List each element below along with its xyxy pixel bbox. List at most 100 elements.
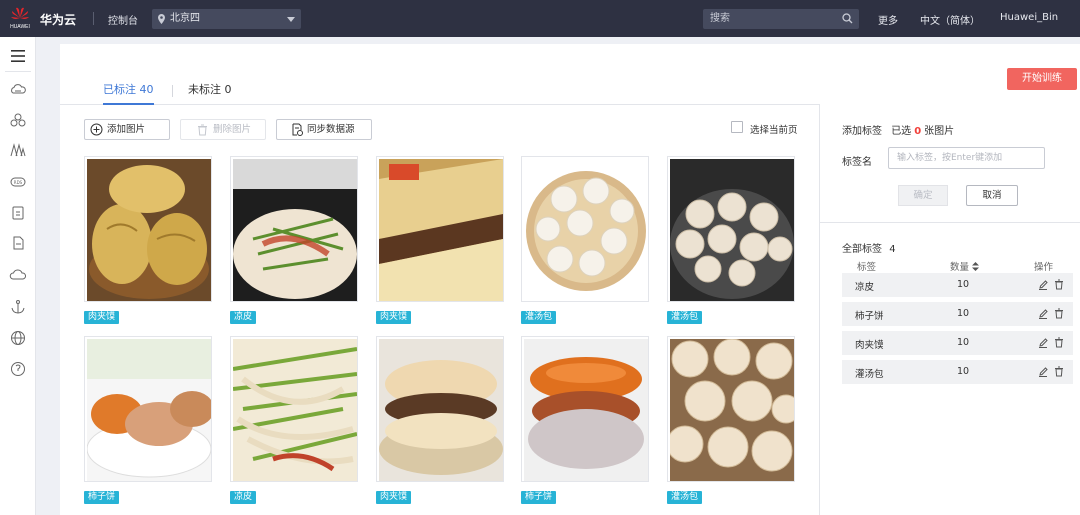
image-shi-zi-bing bbox=[87, 339, 211, 481]
bulb-icon[interactable] bbox=[9, 360, 27, 378]
image-card[interactable] bbox=[376, 156, 504, 302]
image-card[interactable] bbox=[667, 156, 795, 302]
divider bbox=[93, 12, 94, 25]
label-name: 肉夹馍 bbox=[855, 340, 884, 351]
image-guan-tang-bao bbox=[670, 339, 794, 481]
trash-icon[interactable] bbox=[1054, 279, 1064, 290]
trash-icon bbox=[198, 124, 207, 136]
console-link[interactable]: 控制台 bbox=[108, 12, 138, 27]
chevron-down-icon bbox=[287, 17, 295, 22]
plus-circle-icon bbox=[90, 123, 103, 136]
column-header-count[interactable]: 数量 bbox=[950, 259, 980, 273]
selected-count: 0 bbox=[914, 126, 922, 137]
search-icon[interactable] bbox=[842, 13, 853, 24]
trash-icon[interactable] bbox=[1054, 337, 1064, 348]
image-rou-jia-mo bbox=[379, 339, 503, 481]
image-liang-pi bbox=[233, 339, 357, 481]
sync-source-label: 同步数据源 bbox=[307, 124, 355, 135]
image-tag: 肉夹馍 bbox=[376, 491, 412, 504]
divider bbox=[5, 71, 31, 72]
label-input-placeholder: 输入标签，按Enter键添加 bbox=[897, 153, 1003, 163]
label-count: 10 bbox=[957, 366, 970, 377]
select-page-label[interactable]: 选择当前页 bbox=[750, 122, 798, 136]
image-tag: 肉夹馍 bbox=[376, 311, 412, 324]
all-labels-count: 4 bbox=[889, 244, 896, 255]
column-header-action: 操作 bbox=[1034, 262, 1054, 273]
image-guan-tang-bao bbox=[524, 159, 648, 301]
cancel-button[interactable]: 取消 bbox=[966, 185, 1018, 206]
region-select[interactable]: 北京四 bbox=[152, 9, 301, 29]
confirm-button[interactable]: 确定 bbox=[898, 185, 948, 206]
image-tag: 灌汤包 bbox=[667, 491, 703, 504]
container-icon[interactable] bbox=[9, 141, 27, 159]
globe-icon[interactable] bbox=[9, 329, 27, 347]
table-row: 灌汤包 10 bbox=[842, 360, 1073, 384]
menu-icon[interactable] bbox=[9, 47, 27, 65]
tab-labeled[interactable]: 已标注 40 bbox=[103, 83, 154, 105]
image-card[interactable] bbox=[521, 156, 649, 302]
selected-prefix: 已选 bbox=[891, 126, 912, 137]
image-card[interactable] bbox=[376, 336, 504, 482]
image-guan-tang-bao bbox=[670, 159, 794, 301]
delete-image-button[interactable]: 删除图片 bbox=[180, 119, 266, 140]
label-name-label: 标签名 bbox=[842, 157, 872, 168]
tab-unlabeled[interactable]: 未标注 0 bbox=[188, 83, 232, 105]
label-name: 柿子饼 bbox=[855, 311, 884, 322]
edit-icon[interactable] bbox=[1038, 279, 1048, 290]
anchor-icon[interactable] bbox=[9, 298, 27, 316]
cloud-icon[interactable] bbox=[9, 266, 27, 284]
user-menu[interactable]: Huawei_Bin bbox=[1000, 12, 1058, 23]
image-tag: 凉皮 bbox=[230, 491, 257, 504]
label-name: 凉皮 bbox=[855, 282, 875, 293]
trash-icon[interactable] bbox=[1054, 308, 1064, 319]
label-name: 灌汤包 bbox=[855, 369, 884, 380]
huawei-logo[interactable]: HUAWEI bbox=[8, 5, 32, 31]
image-card[interactable] bbox=[230, 336, 358, 482]
edit-icon[interactable] bbox=[1038, 308, 1048, 319]
language-select[interactable]: 中文（简体） bbox=[920, 12, 980, 27]
all-labels-heading: 全部标签 4 bbox=[842, 240, 896, 255]
select-page-checkbox[interactable] bbox=[731, 121, 743, 133]
search-input[interactable]: 搜索 bbox=[703, 9, 859, 29]
table-row: 凉皮 10 bbox=[842, 273, 1073, 297]
tab-bar: 已标注 40 未标注 0 bbox=[60, 83, 820, 105]
add-image-button[interactable]: 添加图片 bbox=[84, 119, 170, 140]
image-liang-pi bbox=[233, 159, 357, 301]
doc-icon[interactable] bbox=[9, 234, 27, 252]
edit-icon[interactable] bbox=[1038, 366, 1048, 377]
image-card[interactable] bbox=[667, 336, 795, 482]
sync-source-button[interactable]: 同步数据源 bbox=[276, 119, 372, 140]
region-value: 北京四 bbox=[170, 13, 200, 24]
add-label-section: 添加标签 已选 0 张图片 bbox=[842, 122, 954, 137]
add-image-label: 添加图片 bbox=[107, 124, 146, 135]
sync-document-icon bbox=[292, 123, 303, 136]
table-row: 肉夹馍 10 bbox=[842, 331, 1073, 355]
network-icon[interactable]: RDS bbox=[9, 173, 27, 191]
image-tag: 灌汤包 bbox=[667, 311, 703, 324]
image-card[interactable] bbox=[230, 156, 358, 302]
image-tag: 肉夹馍 bbox=[84, 311, 120, 324]
main-panel: 开始训练 已标注 40 未标注 0 添加图片 删除图片 同步数据源 选择当前页 bbox=[60, 44, 1080, 515]
label-count: 10 bbox=[957, 308, 970, 319]
image-card[interactable] bbox=[84, 336, 212, 482]
start-training-button[interactable]: 开始训练 bbox=[1007, 68, 1077, 90]
sort-icon[interactable] bbox=[972, 262, 980, 271]
divider bbox=[819, 105, 820, 515]
label-count: 10 bbox=[957, 279, 970, 290]
delete-image-label: 删除图片 bbox=[213, 124, 252, 135]
cloud-server-icon[interactable] bbox=[9, 81, 27, 99]
image-card[interactable] bbox=[521, 336, 649, 482]
trash-icon[interactable] bbox=[1054, 366, 1064, 377]
label-count: 10 bbox=[957, 337, 970, 348]
column-header-label: 标签 bbox=[857, 262, 877, 273]
label-name-input[interactable]: 输入标签，按Enter键添加 bbox=[888, 147, 1045, 169]
image-tag: 灌汤包 bbox=[521, 311, 557, 324]
svg-text:RDS: RDS bbox=[14, 180, 23, 185]
image-rou-jia-mo bbox=[379, 159, 503, 301]
cluster-icon[interactable] bbox=[9, 111, 27, 129]
more-menu[interactable]: 更多 bbox=[878, 12, 898, 27]
edit-icon[interactable] bbox=[1038, 337, 1048, 348]
image-card[interactable] bbox=[84, 156, 212, 302]
brand-name[interactable]: 华为云 bbox=[40, 11, 76, 28]
storage-icon[interactable] bbox=[9, 204, 27, 222]
